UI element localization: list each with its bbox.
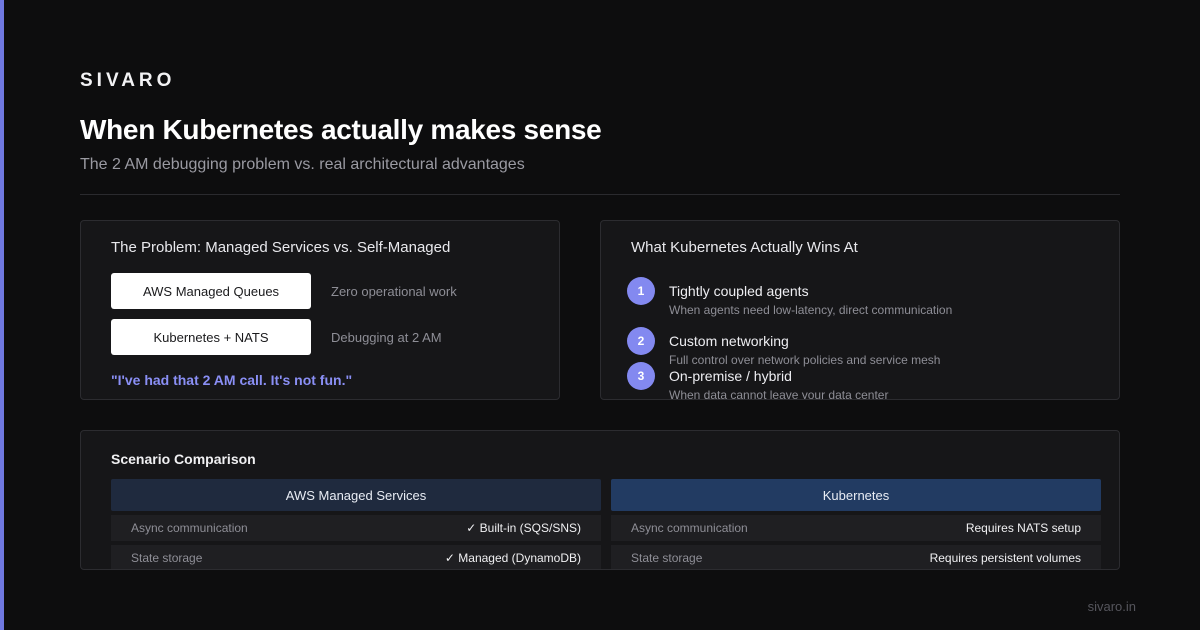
- win-item-desc: When agents need low-latency, direct com…: [669, 303, 953, 317]
- footer-url: sivaro.in: [1087, 599, 1136, 614]
- wins-card: What Kubernetes Actually Wins At 1 Tight…: [600, 220, 1120, 400]
- column-header-aws: AWS Managed Services: [111, 479, 601, 511]
- option-note: Debugging at 2 AM: [331, 330, 442, 345]
- win-item-desc: Full control over network policies and s…: [669, 353, 941, 367]
- table-row: Async communication Requires NATS setup: [611, 515, 1101, 541]
- option-aws-managed-queues: AWS Managed Queues: [111, 273, 311, 309]
- wins-card-title: What Kubernetes Actually Wins At: [631, 239, 858, 256]
- row-label: State storage: [131, 551, 203, 565]
- page-title: When Kubernetes actually makes sense: [80, 114, 602, 145]
- table-row: Async communication ✓ Built-in (SQS/SNS): [111, 515, 601, 541]
- accent-bar: [0, 0, 4, 630]
- row-label: Async communication: [631, 521, 748, 535]
- row-value: ✓ Managed (DynamoDB): [444, 551, 581, 565]
- quote: "I've had that 2 AM call. It's not fun.": [111, 372, 353, 388]
- row-value: Requires persistent volumes: [929, 551, 1081, 565]
- win-item-title: On-premise / hybrid: [669, 368, 792, 384]
- page-subtitle: The 2 AM debugging problem vs. real arch…: [80, 156, 525, 173]
- table-row: State storage Requires persistent volume…: [611, 545, 1101, 569]
- row-value: Requires NATS setup: [965, 521, 1081, 535]
- comparison-card: Scenario Comparison AWS Managed Services…: [80, 430, 1120, 570]
- column-header-kubernetes: Kubernetes: [611, 479, 1101, 511]
- problem-card-title: The Problem: Managed Services vs. Self-M…: [111, 239, 451, 256]
- option-kubernetes-nats: Kubernetes + NATS: [111, 319, 311, 355]
- win-item-title: Custom networking: [669, 333, 789, 349]
- row-value: ✓ Built-in (SQS/SNS): [466, 521, 581, 535]
- option-note: Zero operational work: [331, 284, 457, 299]
- win-item-title: Tightly coupled agents: [669, 283, 809, 299]
- comparison-title: Scenario Comparison: [111, 451, 256, 467]
- win-item-desc: When data cannot leave your data center: [669, 388, 889, 400]
- number-badge: 2: [627, 327, 655, 355]
- brand-logo: SIVARO: [80, 70, 176, 91]
- row-label: Async communication: [131, 521, 248, 535]
- divider: [80, 194, 1120, 195]
- problem-card: The Problem: Managed Services vs. Self-M…: [80, 220, 560, 400]
- row-label: State storage: [631, 551, 703, 565]
- number-badge: 1: [627, 277, 655, 305]
- table-row: State storage ✓ Managed (DynamoDB): [111, 545, 601, 569]
- number-badge: 3: [627, 362, 655, 390]
